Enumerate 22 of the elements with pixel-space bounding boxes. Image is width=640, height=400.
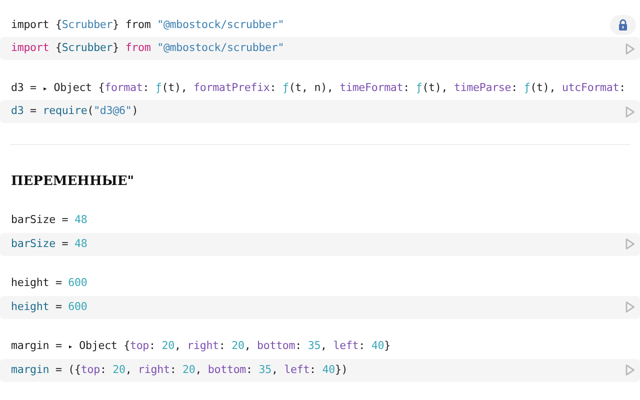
code-line: import {Scrubber} from "@mbostock/scrubber" [11, 40, 284, 56]
section-heading: ПЕРЕМЕННЫЕ" [10, 173, 136, 191]
play-icon[interactable] [625, 106, 635, 118]
cell-output: import {Scrubber} from "@mbostock/scrubber" [10, 16, 284, 33]
code-cell[interactable]: import {Scrubber} from "@mbostock/scrubber" [0, 37, 640, 60]
play-icon[interactable] [625, 364, 635, 376]
play-icon[interactable] [625, 42, 635, 54]
cell-output: barSize = 48 [10, 212, 88, 228]
code-line: margin = ({top: 20, right: 20, bottom: 35, left: 40}) [11, 362, 348, 378]
code-line: d3 = require("d3@6") [11, 103, 138, 120]
code-line: barSize = 48 [11, 236, 88, 252]
play-icon[interactable] [625, 301, 635, 313]
cell-output: height = 600 [10, 275, 88, 292]
play-icon[interactable] [625, 238, 635, 250]
code-cell[interactable]: height = 600 [0, 296, 640, 318]
code-line: height = 600 [11, 298, 88, 315]
code-cell[interactable]: d3 = require("d3@6") [0, 100, 640, 123]
lock-icon[interactable] [610, 15, 636, 35]
code-cell[interactable]: margin = ({top: 20, right: 20, bottom: 35, left: 40}) [0, 358, 640, 382]
cell-output: d3 = ▸ Object {format: ƒ(t), formatPrefix: ƒ(t, n), timeFormat: ƒ(t), timeParse: ƒ(t), utcFormat: [10, 80, 626, 96]
cell-output: margin = ▸ Object {top: 20, right: 20, bottom: 35, left: 40} [10, 338, 390, 354]
code-cell[interactable]: barSize = 48 [0, 232, 640, 256]
